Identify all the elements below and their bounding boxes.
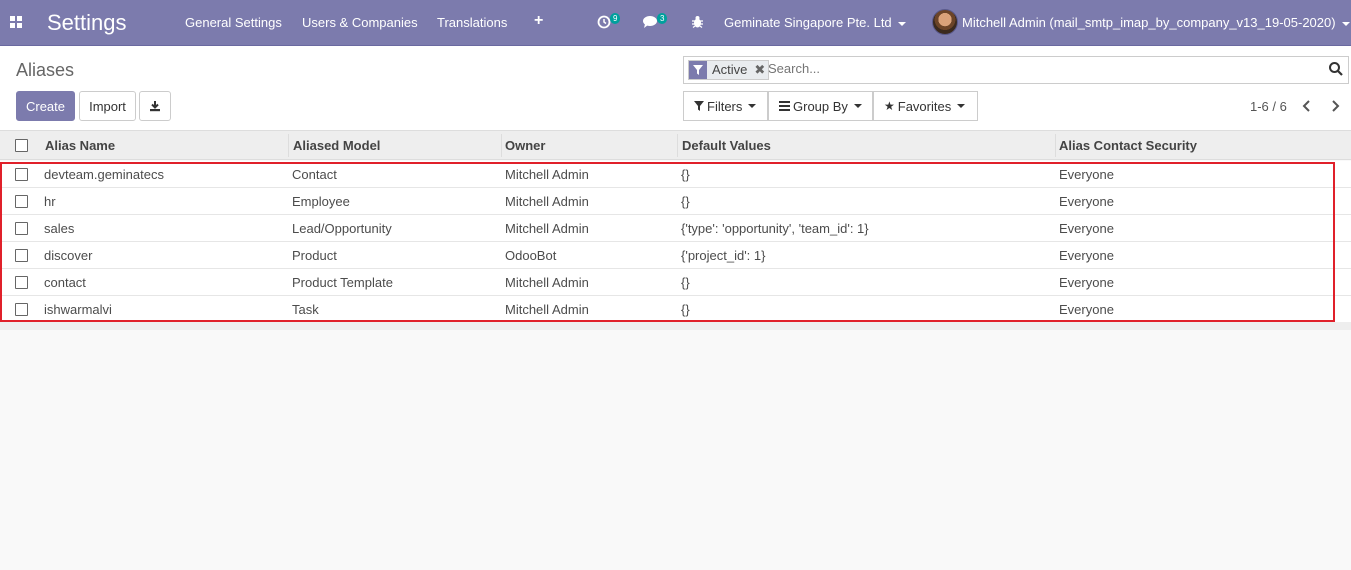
menu-users-companies[interactable]: Users & Companies [302, 15, 418, 30]
table-cell: Contact [292, 167, 337, 182]
chevron-down-icon [957, 104, 966, 108]
table-row[interactable]: sales Lead/Opportunity Mitchell Admin {'typ… [0, 215, 1351, 242]
chevron-right-icon[interactable] [1330, 100, 1340, 112]
column-header-aliased-model[interactable]: Aliased Model [293, 138, 380, 153]
chevron-left-icon[interactable] [1302, 100, 1312, 112]
activity-badge: 9 [610, 13, 621, 24]
apps-menu-icon[interactable] [10, 16, 22, 28]
plus-icon[interactable]: + [534, 12, 543, 30]
favorites-label: Favorites [897, 98, 952, 114]
import-button[interactable]: Import [79, 91, 136, 121]
table-cell: Mitchell Admin [505, 275, 589, 290]
filter-icon [694, 101, 704, 111]
company-name: Geminate Singapore Pte. Ltd [724, 15, 892, 30]
chevron-down-icon [748, 104, 757, 108]
table-row[interactable]: devteam.geminatecs Contact Mitchell Admin {… [0, 161, 1351, 188]
table-cell: Everyone [1059, 167, 1114, 182]
column-header-contact-security[interactable]: Alias Contact Security [1059, 138, 1197, 153]
chevron-down-icon [853, 104, 862, 108]
table-cell: Everyone [1059, 248, 1114, 263]
table-header: Alias Name Aliased Model Owner Default V… [0, 131, 1351, 160]
list-icon [779, 101, 790, 111]
user-name: Mitchell Admin (mail_smtp_imap_by_compan… [962, 15, 1336, 30]
table-cell: hr [44, 194, 56, 209]
table-cell: {'project_id': 1} [681, 248, 766, 263]
table-cell: ishwarmalvi [44, 302, 112, 317]
filters-label: Filters [707, 98, 743, 114]
column-header-default-values[interactable]: Default Values [682, 138, 771, 153]
table-cell: Everyone [1059, 221, 1114, 236]
top-navbar: Settings General Settings Users & Compan… [0, 0, 1351, 46]
page-title: Aliases [16, 60, 75, 80]
table-cell: {} [681, 167, 690, 182]
close-icon[interactable]: ✖ [751, 61, 768, 79]
table-cell: contact [44, 275, 86, 290]
table-cell: Mitchell Admin [505, 194, 589, 209]
table-cell: Task [292, 302, 319, 317]
create-button[interactable]: Create [16, 91, 75, 121]
table-cell: Mitchell Admin [505, 221, 589, 236]
messages-icon[interactable] [642, 15, 658, 29]
table-cell: Product Template [292, 275, 393, 290]
favorites-button[interactable]: ★ Favorites [873, 91, 978, 121]
search-icon[interactable] [1328, 61, 1344, 77]
pager-value[interactable]: 1-6 / 6 [1250, 99, 1287, 114]
column-header-alias-name[interactable]: Alias Name [45, 138, 115, 153]
avatar[interactable] [932, 9, 958, 35]
table-cell: Everyone [1059, 194, 1114, 209]
download-button[interactable] [139, 91, 171, 121]
row-checkbox[interactable] [15, 222, 28, 235]
debug-bug-icon[interactable] [691, 15, 704, 29]
table-cell: Employee [292, 194, 350, 209]
table-row[interactable]: ishwarmalvi Task Mitchell Admin {} Everyone [0, 296, 1351, 323]
chevron-down-icon [897, 21, 906, 26]
table-row[interactable]: discover Product OdooBot {'project_id': 1} E… [0, 242, 1351, 269]
table-cell: {} [681, 302, 690, 317]
facet-label: Active [712, 62, 748, 77]
search-input[interactable] [768, 61, 1308, 76]
control-panel: Aliases Create Import Active ✖ Filters G… [0, 46, 1351, 131]
row-checkbox[interactable] [15, 195, 28, 208]
table-cell: Everyone [1059, 275, 1114, 290]
table-cell: Everyone [1059, 302, 1114, 317]
table-cell: {} [681, 275, 690, 290]
select-all-checkbox[interactable] [15, 139, 28, 152]
table-cell: OdooBot [505, 248, 557, 263]
row-checkbox[interactable] [15, 249, 28, 262]
table-cell: Mitchell Admin [505, 167, 589, 182]
menu-translations[interactable]: Translations [437, 15, 507, 30]
table-cell: {'type': 'opportunity', 'team_id': 1} [681, 221, 869, 236]
row-checkbox[interactable] [15, 168, 28, 181]
user-menu[interactable]: Mitchell Admin (mail_smtp_imap_by_compan… [962, 15, 1350, 30]
table-cell: discover [44, 248, 93, 263]
table-cell: sales [44, 221, 75, 236]
table-cell: {} [681, 194, 690, 209]
groupby-button[interactable]: Group By [768, 91, 873, 121]
menu-general-settings[interactable]: General Settings [185, 15, 282, 30]
activity-clock-icon[interactable] [597, 15, 611, 29]
search-facet-active[interactable]: Active ✖ [688, 60, 770, 80]
messages-badge: 3 [657, 13, 668, 24]
row-checkbox[interactable] [15, 276, 28, 289]
filter-icon [689, 61, 707, 79]
download-icon [150, 101, 160, 112]
table-row[interactable]: hr Employee Mitchell Admin {} Everyone [0, 188, 1351, 215]
column-header-owner[interactable]: Owner [505, 138, 545, 153]
search-bar[interactable]: Active ✖ [683, 56, 1349, 84]
table-row[interactable]: contact Product Template Mitchell Admin {} E… [0, 269, 1351, 296]
table-footer [0, 322, 1351, 330]
chevron-down-icon [1341, 21, 1350, 26]
row-checkbox[interactable] [15, 303, 28, 316]
groupby-label: Group By [793, 98, 848, 114]
app-title: Settings [47, 10, 127, 35]
table-cell: Lead/Opportunity [292, 221, 392, 236]
star-icon: ★ [884, 99, 895, 113]
table-cell: Product [292, 248, 337, 263]
company-switcher[interactable]: Geminate Singapore Pte. Ltd [724, 15, 906, 30]
table-cell: devteam.geminatecs [44, 167, 164, 182]
filters-button[interactable]: Filters [683, 91, 768, 121]
table-cell: Mitchell Admin [505, 302, 589, 317]
